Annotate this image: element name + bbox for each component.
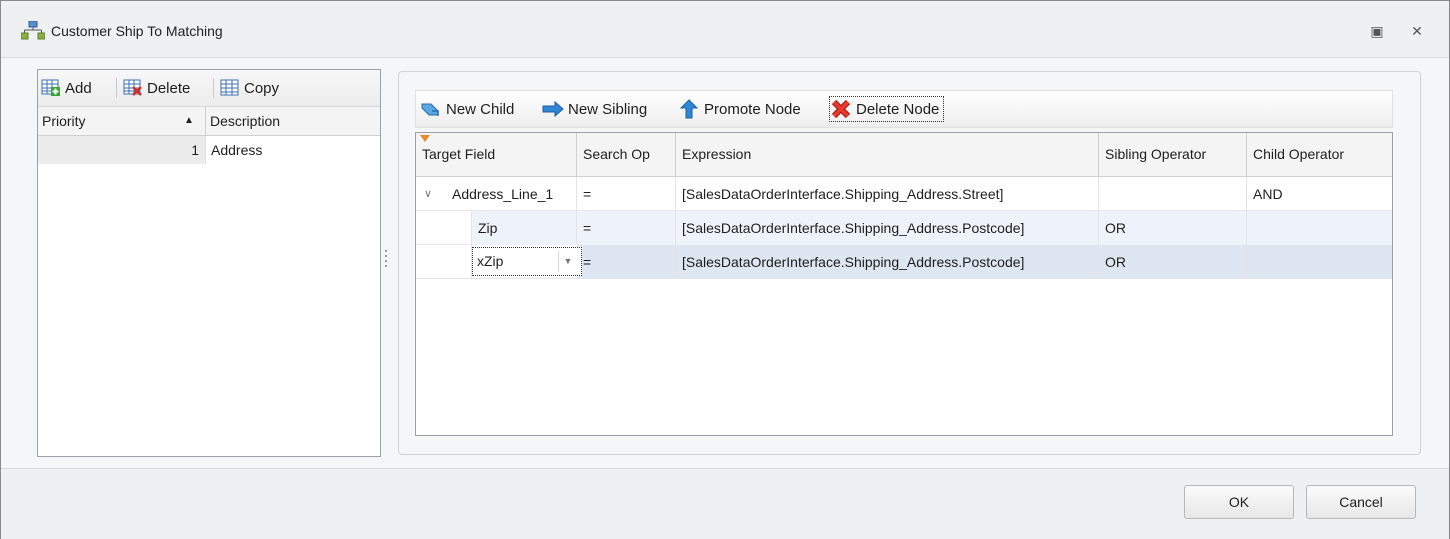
restore-button[interactable]: ▣ bbox=[1369, 23, 1385, 39]
indent-cell bbox=[446, 245, 472, 279]
delete-x-icon bbox=[831, 99, 851, 119]
child-operator-cell[interactable]: AND bbox=[1247, 177, 1392, 211]
sibling-operator-column-header[interactable]: Sibling Operator bbox=[1099, 133, 1247, 176]
tree-row[interactable]: ∨ Address_Line_1 = [SalesDataOrderInterf… bbox=[416, 177, 1392, 211]
description-cell[interactable]: Address bbox=[206, 136, 380, 164]
delete-node-button[interactable]: Delete Node bbox=[828, 96, 945, 122]
target-field-combo[interactable]: xZip ▼ bbox=[472, 247, 582, 276]
ok-button[interactable]: OK bbox=[1184, 485, 1294, 519]
expression-cell[interactable]: [SalesDataOrderInterface.Shipping_Addres… bbox=[676, 177, 1099, 211]
expression-cell[interactable]: [SalesDataOrderInterface.Shipping_Addres… bbox=[676, 211, 1099, 245]
expression-cell[interactable]: [SalesDataOrderInterface.Shipping_Addres… bbox=[676, 245, 1099, 279]
delete-label: Delete bbox=[147, 79, 191, 97]
target-field-combo-value: xZip bbox=[477, 253, 504, 269]
tree-header: Target Field Search Op Expression Siblin… bbox=[416, 133, 1392, 177]
delete-button[interactable]: Delete bbox=[123, 77, 190, 99]
add-button[interactable]: Add bbox=[41, 77, 92, 99]
copy-label: Copy bbox=[244, 79, 280, 97]
node-toolbar: New Child New Sibling Promote Node Delet… bbox=[415, 90, 1393, 128]
child-operator-column-header[interactable]: Child Operator bbox=[1247, 133, 1392, 176]
left-toolbar: Add Delete Copy bbox=[38, 70, 380, 107]
priority-cell[interactable]: 1 bbox=[38, 136, 206, 164]
toolbar-separator bbox=[213, 78, 214, 98]
search-op-column-header[interactable]: Search Op bbox=[577, 133, 676, 176]
up-arrow-icon bbox=[679, 99, 699, 119]
panel-splitter[interactable] bbox=[384, 250, 388, 272]
tree-row[interactable]: = [SalesDataOrderInterface.Shipping_Addr… bbox=[416, 245, 1392, 279]
delete-node-label: Delete Node bbox=[856, 100, 940, 118]
child-operator-cell[interactable] bbox=[1247, 245, 1392, 279]
target-field-column-header[interactable]: Target Field bbox=[416, 133, 577, 176]
table-row[interactable]: 1 Address bbox=[38, 136, 380, 164]
rule-tree-grid: Target Field Search Op Expression Siblin… bbox=[415, 132, 1393, 436]
target-field-cell[interactable]: Address_Line_1 bbox=[446, 177, 577, 211]
toolbar-separator bbox=[116, 78, 117, 98]
new-child-button[interactable]: New Child bbox=[420, 97, 514, 121]
title-bar: Customer Ship To Matching ▣ ✕ bbox=[1, 1, 1449, 58]
new-child-label: New Child bbox=[446, 100, 515, 118]
copy-grid-icon bbox=[220, 79, 239, 96]
close-button[interactable]: ✕ bbox=[1409, 23, 1425, 39]
tree-row[interactable]: Zip = [SalesDataOrderInterface.Shipping_… bbox=[416, 211, 1392, 245]
cancel-button[interactable]: Cancel bbox=[1306, 485, 1416, 519]
sitemap-icon bbox=[21, 21, 45, 40]
sort-ascending-icon: ▲ bbox=[184, 115, 194, 126]
description-column-header[interactable]: Description bbox=[206, 107, 380, 135]
add-label: Add bbox=[65, 79, 92, 97]
sibling-operator-cell[interactable]: OR bbox=[1099, 211, 1247, 245]
dialog-window: Customer Ship To Matching ▣ ✕ Add Delete… bbox=[0, 0, 1450, 539]
priority-header-label: Priority bbox=[42, 113, 86, 129]
collapse-chevron-icon[interactable]: ∨ bbox=[424, 177, 436, 211]
delete-grid-icon bbox=[123, 79, 142, 96]
priority-column-header[interactable]: Priority ▲ bbox=[38, 107, 206, 135]
sibling-operator-cell[interactable] bbox=[1099, 177, 1247, 211]
target-field-cell[interactable]: Zip bbox=[472, 211, 577, 245]
child-operator-cell[interactable] bbox=[1247, 211, 1392, 245]
new-sibling-button[interactable]: New Sibling bbox=[542, 97, 647, 121]
copy-button[interactable]: Copy bbox=[220, 77, 279, 99]
new-sibling-label: New Sibling bbox=[568, 100, 648, 118]
window-title: Customer Ship To Matching bbox=[51, 23, 223, 39]
search-op-cell[interactable]: = bbox=[577, 245, 676, 279]
right-arrow-icon bbox=[542, 100, 564, 118]
promote-node-label: Promote Node bbox=[704, 100, 801, 118]
add-grid-icon bbox=[41, 79, 60, 96]
promote-node-button[interactable]: Promote Node bbox=[678, 97, 801, 121]
priority-list-panel: Add Delete Copy Priority ▲ Description 1… bbox=[37, 69, 381, 457]
sibling-operator-cell[interactable]: OR bbox=[1099, 245, 1247, 279]
indent-cell bbox=[446, 211, 472, 245]
expression-column-header[interactable]: Expression bbox=[676, 133, 1099, 176]
search-op-cell[interactable]: = bbox=[577, 177, 676, 211]
left-grid-header: Priority ▲ Description bbox=[38, 107, 380, 136]
search-op-cell[interactable]: = bbox=[577, 211, 676, 245]
chevron-down-icon[interactable]: ▼ bbox=[558, 251, 577, 272]
description-header-label: Description bbox=[210, 113, 281, 129]
new-child-icon bbox=[421, 103, 439, 116]
